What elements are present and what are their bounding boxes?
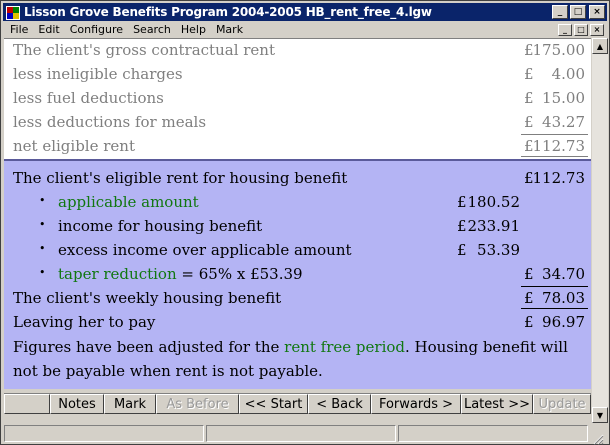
row-label: less ineligible charges	[13, 65, 183, 83]
taper-formula: = 65% x £53.39	[176, 265, 303, 283]
blank-button	[4, 394, 50, 414]
eligible-rent-row: The client's eligible rent for housing b…	[4, 167, 591, 191]
doc-restore-button[interactable]: □	[574, 23, 588, 36]
minimize-button[interactable]: _	[552, 5, 568, 19]
currency-symbol: £	[524, 65, 534, 83]
leaving-to-pay-row: Leaving her to pay £ 96.97	[4, 311, 591, 335]
doc-minimize-button[interactable]: _	[558, 23, 572, 36]
calculation-view: The client's gross contractual rent £ 17…	[4, 38, 591, 389]
row-label: less fuel deductions	[13, 89, 164, 107]
row-amount: 233.91	[467, 217, 521, 235]
menu-search[interactable]: Search	[128, 23, 176, 36]
note-text-start: Figures have been adjusted for the	[13, 338, 285, 356]
applicable-amount-row: • applicable amount £ 180.52	[4, 191, 591, 215]
menu-configure[interactable]: Configure	[65, 23, 128, 36]
adjustment-note: Figures have been adjusted for the rent …	[13, 335, 573, 383]
row-label: The client's weekly housing benefit	[13, 289, 282, 307]
currency-symbol: £	[524, 265, 534, 283]
currency-symbol: £	[524, 289, 534, 307]
status-bar	[4, 425, 604, 445]
rent-breakdown-panel: The client's gross contractual rent £ 17…	[4, 39, 591, 159]
gross-rent-row: The client's gross contractual rent £ 17…	[4, 39, 591, 63]
navigation-button-bar: Notes Mark As Before << Start < Back For…	[4, 393, 591, 414]
maximize-button[interactable]: □	[570, 5, 586, 19]
mark-button[interactable]: Mark	[104, 394, 156, 414]
row-amount: 43.27	[542, 113, 585, 131]
bullet: •	[39, 266, 46, 279]
row-amount: 78.03	[542, 289, 585, 307]
scroll-up-button[interactable]: ▲	[592, 38, 608, 54]
back-button[interactable]: < Back	[308, 394, 371, 414]
row-amount: 112.73	[532, 169, 586, 187]
row-label: less deductions for meals	[13, 113, 207, 131]
row-amount: 112.73	[532, 137, 586, 155]
income-row: • income for housing benefit £ 233.91	[4, 215, 591, 239]
menu-edit[interactable]: Edit	[33, 23, 64, 36]
row-label: income for housing benefit	[58, 217, 263, 235]
applicable-amount-link[interactable]: applicable amount	[58, 193, 199, 211]
total-rule	[521, 156, 588, 157]
window-title: Lisson Grove Benefits Program 2004-2005 …	[24, 5, 432, 19]
doc-close-button[interactable]: ×	[590, 23, 604, 36]
document-controls: _ □ ×	[556, 23, 607, 36]
row-label: Leaving her to pay	[13, 313, 156, 331]
meals-deductions-row: less deductions for meals £ 43.27	[4, 111, 591, 135]
row-amount: 4.00	[551, 65, 585, 83]
start-button[interactable]: << Start	[239, 394, 308, 414]
ineligible-charges-row: less ineligible charges £ 4.00	[4, 63, 591, 87]
status-cell	[206, 425, 396, 442]
status-cell	[398, 425, 588, 442]
housing-benefit-panel: The client's eligible rent for housing b…	[4, 161, 591, 389]
weekly-benefit-row: The client's weekly housing benefit £ 78…	[4, 287, 591, 311]
menu-file[interactable]: File	[3, 23, 33, 36]
rent-free-period-link[interactable]: rent free period	[284, 338, 405, 356]
menu-bar: File Edit Configure Search Help Mark _ □…	[3, 21, 607, 38]
currency-symbol: £	[524, 89, 534, 107]
menu-mark[interactable]: Mark	[211, 23, 248, 36]
total-rule	[521, 308, 588, 309]
row-amount: 96.97	[542, 313, 585, 331]
row-label: The client's gross contractual rent	[13, 41, 275, 59]
taper-reduction-link[interactable]: taper reduction	[58, 265, 177, 283]
forwards-button[interactable]: Forwards >	[371, 394, 461, 414]
bullet: •	[39, 218, 46, 231]
title-bar[interactable]: Lisson Grove Benefits Program 2004-2005 …	[3, 3, 607, 21]
excess-income-row: • excess income over applicable amount £…	[4, 239, 591, 263]
currency-symbol: £	[524, 113, 534, 131]
update-button[interactable]: Update	[533, 394, 591, 414]
row-amount: 180.52	[467, 193, 521, 211]
row-amount: 175.00	[532, 41, 586, 59]
row-label: net eligible rent	[13, 137, 135, 155]
close-button[interactable]: ×	[589, 5, 605, 19]
bullet: •	[39, 242, 46, 255]
row-label: The client's eligible rent for housing b…	[13, 169, 348, 187]
taper-text: taper reduction = 65% x £53.39	[58, 265, 303, 283]
currency-symbol: £	[524, 313, 534, 331]
app-icon	[6, 5, 20, 20]
taper-reduction-row: • taper reduction = 65% x £53.39 £ 34.70	[4, 263, 591, 287]
app-window: Lisson Grove Benefits Program 2004-2005 …	[0, 0, 610, 445]
row-amount: 53.39	[477, 241, 520, 259]
as-before-button[interactable]: As Before	[156, 394, 239, 414]
row-label: excess income over applicable amount	[58, 241, 352, 259]
menu-help[interactable]: Help	[176, 23, 211, 36]
vertical-scrollbar[interactable]: ▲ ▼	[592, 38, 608, 423]
bullet: •	[39, 194, 46, 207]
status-cell	[4, 425, 204, 442]
notes-button[interactable]: Notes	[50, 394, 104, 414]
latest-button[interactable]: Latest >>	[461, 394, 533, 414]
row-amount: 15.00	[542, 89, 585, 107]
resize-grip-icon[interactable]	[592, 430, 604, 445]
fuel-deductions-row: less fuel deductions £ 15.00	[4, 87, 591, 111]
net-eligible-rent-row: net eligible rent £ 112.73	[4, 135, 591, 159]
scroll-down-button[interactable]: ▼	[592, 407, 608, 423]
row-amount: 34.70	[542, 265, 585, 283]
